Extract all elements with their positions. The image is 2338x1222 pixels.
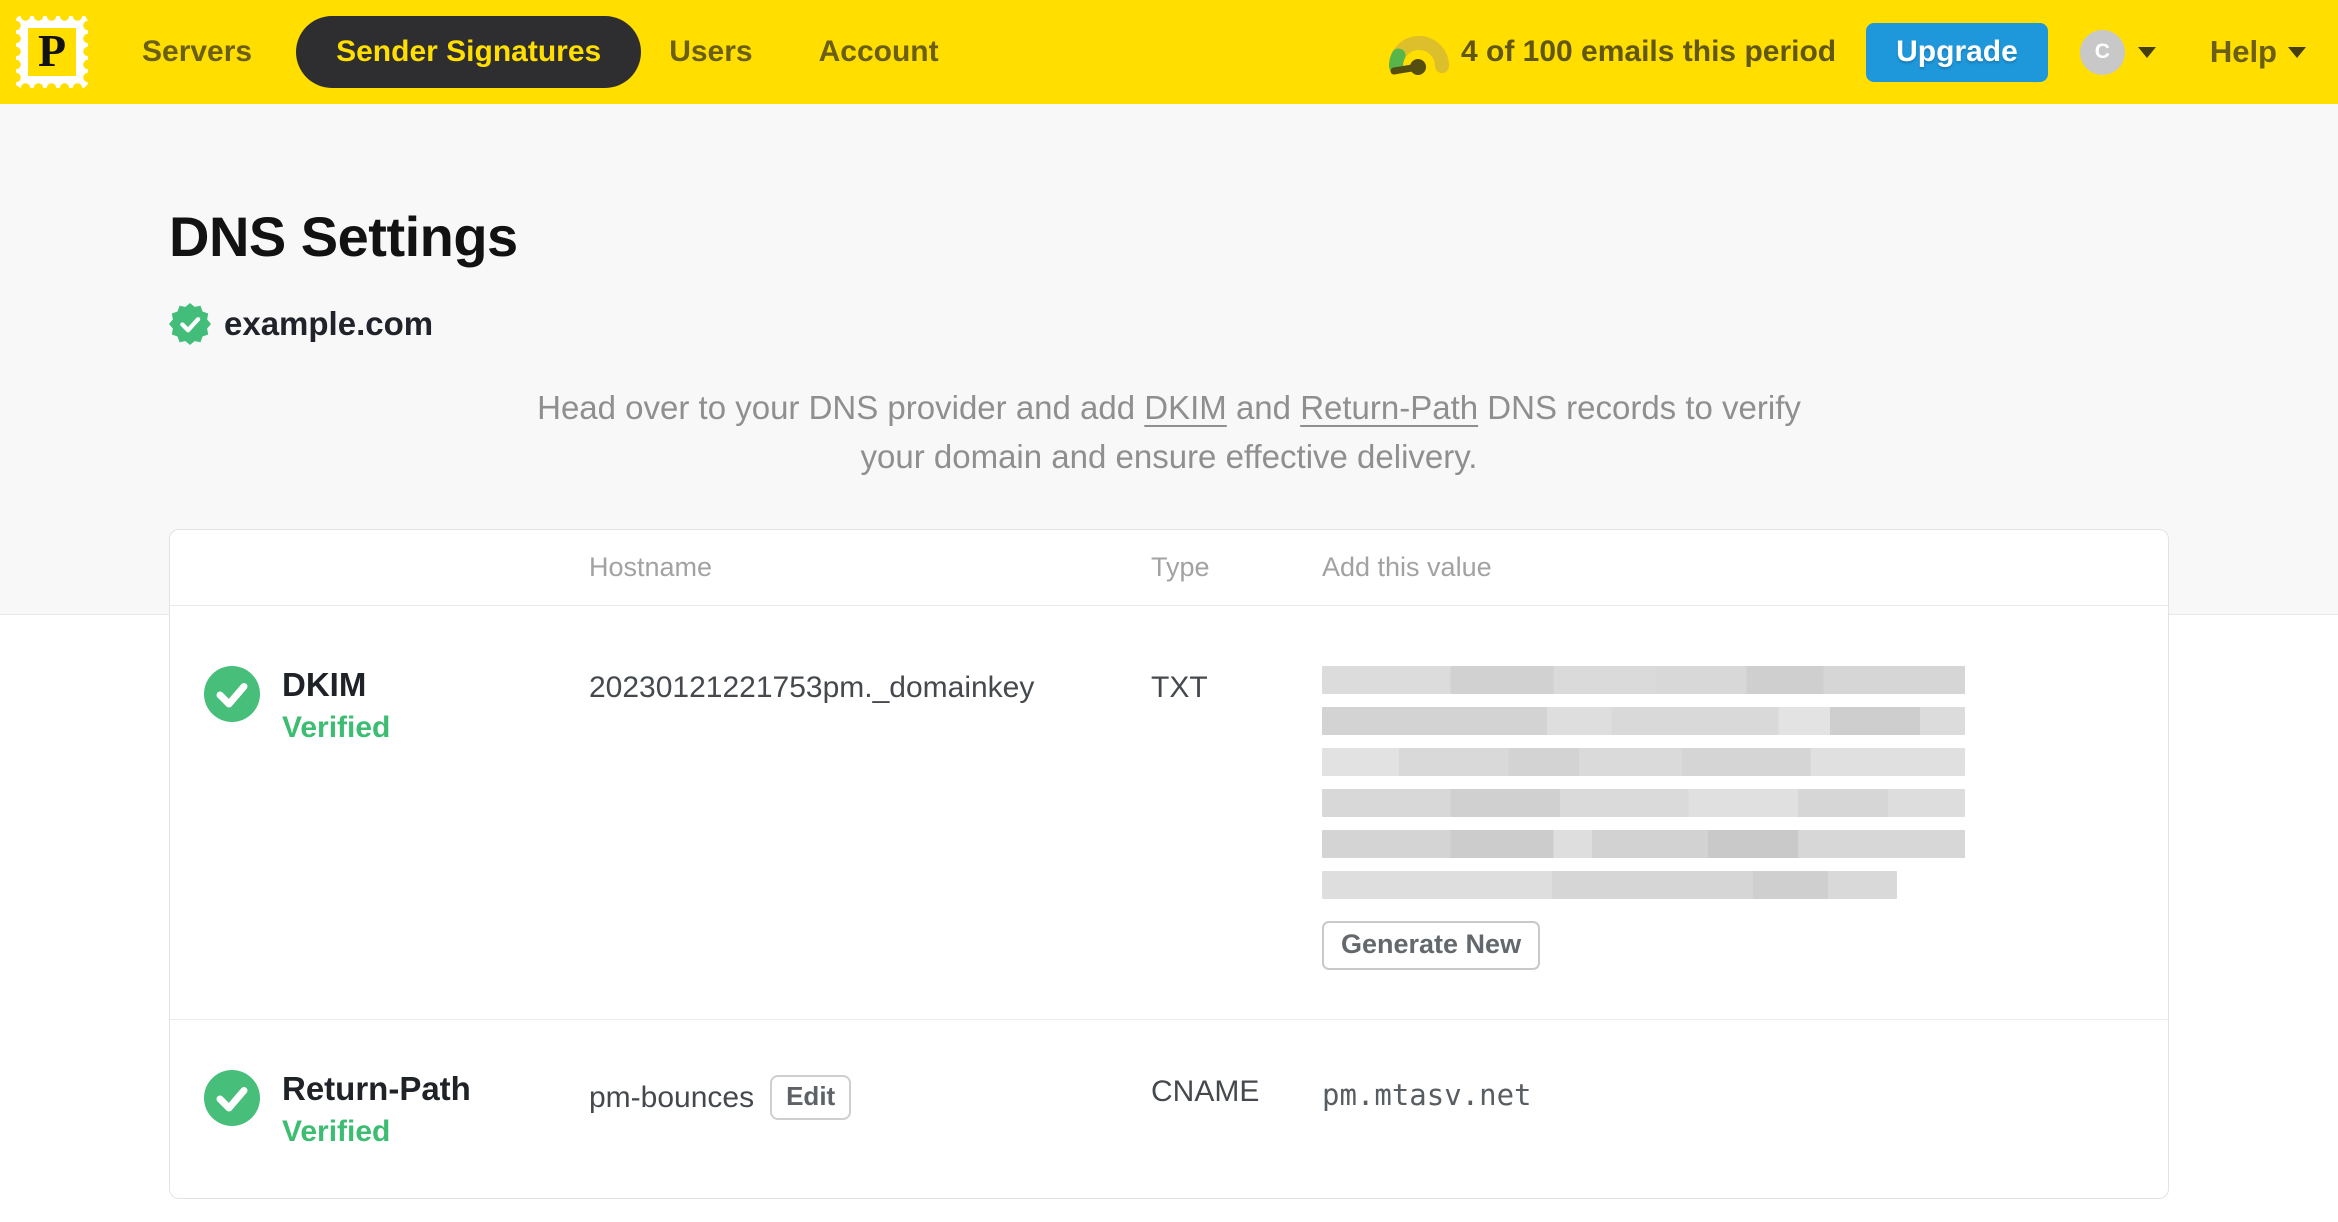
header-hostname: Hostname bbox=[589, 552, 713, 582]
status-badge: Verified bbox=[282, 711, 391, 744]
dkim-hostname: 20230121221753pm._domainkey bbox=[589, 671, 1035, 704]
value-cell: Generate New bbox=[1322, 666, 2168, 970]
redacted-line bbox=[1322, 707, 1965, 735]
record-name: Return-Path bbox=[282, 1070, 471, 1107]
help-label: Help bbox=[2209, 34, 2277, 69]
table-header-row: Hostname Type Add this value bbox=[170, 530, 2168, 606]
redacted-dkim-value bbox=[1322, 666, 2168, 899]
redacted-line bbox=[1322, 748, 1965, 776]
hostname-cell: 20230121221753pm._domainkey bbox=[589, 666, 1151, 705]
cname-value: pm.mtasv.net bbox=[1322, 1078, 1532, 1112]
redacted-line bbox=[1322, 666, 1965, 694]
nav-item-account[interactable]: Account bbox=[819, 35, 939, 69]
verified-seal-icon bbox=[169, 303, 211, 345]
redacted-line bbox=[1322, 830, 1965, 858]
check-circle-icon bbox=[204, 1070, 260, 1126]
main-content: DNS Settings example.com Head over to yo… bbox=[0, 104, 2338, 1222]
hostname-cell: pm-bounces Edit bbox=[589, 1070, 1151, 1120]
record-type: TXT bbox=[1151, 671, 1208, 704]
table-row-dkim: DKIM Verified 20230121221753pm._domainke… bbox=[170, 606, 2168, 1019]
usage-gauge-icon bbox=[1388, 36, 1449, 75]
edit-button[interactable]: Edit bbox=[770, 1075, 852, 1120]
return-path-link[interactable]: Return-Path bbox=[1300, 389, 1478, 426]
usage-counter-text: 4 of 100 emails this period bbox=[1460, 35, 1837, 68]
account-menu[interactable]: C bbox=[2079, 29, 2156, 75]
page-title: DNS Settings bbox=[169, 205, 518, 268]
nav-item-servers[interactable]: Servers bbox=[142, 35, 252, 69]
postmark-logo-letter: P bbox=[28, 25, 76, 76]
return-path-hostname: pm-bounces bbox=[589, 1080, 755, 1114]
header-type: Type bbox=[1151, 552, 1210, 582]
record-label-cell: Return-Path Verified bbox=[170, 1070, 589, 1149]
avatar: C bbox=[2079, 29, 2125, 75]
instructions-text: Head over to your DNS provider and add bbox=[537, 389, 1145, 426]
instructions-text: and bbox=[1226, 389, 1301, 426]
status-badge: Verified bbox=[282, 1115, 391, 1148]
nav-item-sender-signatures-active[interactable]: Sender Signatures bbox=[296, 16, 642, 88]
record-type: CNAME bbox=[1151, 1075, 1260, 1108]
record-name: DKIM bbox=[282, 666, 367, 703]
verified-domain-row: example.com bbox=[169, 303, 2169, 345]
nav-item-users[interactable]: Users bbox=[669, 35, 752, 69]
record-label-cell: DKIM Verified bbox=[170, 666, 589, 745]
redacted-line bbox=[1322, 789, 1965, 817]
avatar-initial: C bbox=[2094, 40, 2110, 63]
top-navbar: P Servers Sender Signatures Users Accoun… bbox=[0, 0, 2338, 104]
chevron-down-icon bbox=[2137, 46, 2156, 58]
redacted-line bbox=[1322, 871, 1897, 899]
chevron-down-icon bbox=[2288, 46, 2306, 58]
dkim-link[interactable]: DKIM bbox=[1144, 389, 1227, 426]
table-row-return-path: Return-Path Verified pm-bounces Edit CNA… bbox=[170, 1019, 2168, 1198]
generate-new-button[interactable]: Generate New bbox=[1322, 921, 1541, 970]
navbar-right-cluster: 4 of 100 emails this period Upgrade C He… bbox=[1387, 22, 2306, 82]
header-add-this-value: Add this value bbox=[1322, 552, 1492, 582]
dns-records-card: Hostname Type Add this value DKIM Verifi… bbox=[169, 529, 2169, 1199]
help-menu[interactable]: Help bbox=[2210, 34, 2306, 70]
check-circle-icon bbox=[204, 666, 260, 722]
domain-name: example.com bbox=[224, 305, 434, 342]
dns-instructions: Head over to your DNS provider and add D… bbox=[534, 383, 1804, 481]
upgrade-button[interactable]: Upgrade bbox=[1866, 22, 2048, 82]
postmark-logo[interactable]: P bbox=[16, 16, 88, 88]
